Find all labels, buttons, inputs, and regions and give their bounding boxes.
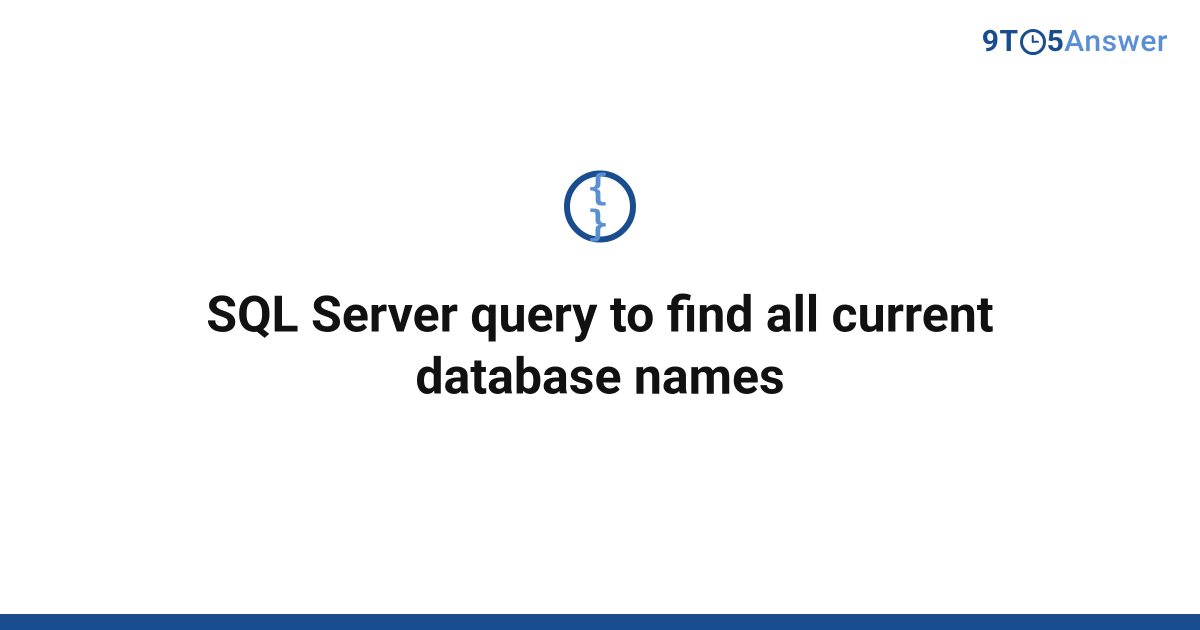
footer-accent-bar	[0, 614, 1200, 630]
category-badge: { }	[564, 170, 636, 242]
content-area: { } SQL Server query to find all current…	[0, 170, 1200, 409]
logo-five: 5	[1047, 24, 1065, 59]
code-braces-icon: { }	[570, 170, 630, 242]
logo-nine: 9	[982, 24, 1000, 59]
logo-t: T	[999, 24, 1018, 59]
clock-icon	[1020, 29, 1046, 55]
page-title: SQL Server query to find all current dat…	[150, 284, 1050, 409]
brand-logo[interactable]: 9 T 5 Answer	[982, 24, 1168, 59]
logo-answer: Answer	[1064, 24, 1168, 59]
